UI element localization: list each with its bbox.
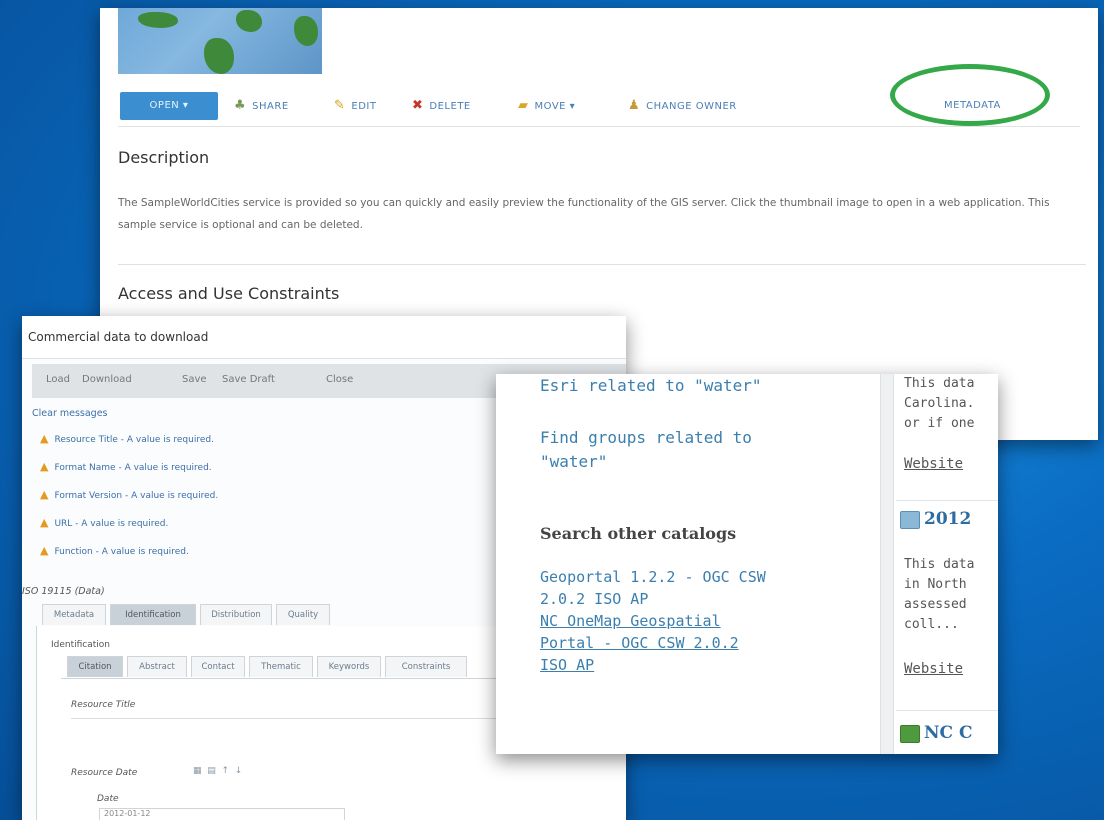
date-field[interactable]: 2012-01-12 [99, 808, 345, 820]
description-text: The SampleWorldCities service is provide… [118, 197, 1050, 231]
warning-icon: ▲ [40, 432, 49, 445]
panel-separator [880, 374, 894, 754]
result-title-text: 2012 [924, 509, 972, 529]
subtab-keywords[interactable]: Keywords [317, 656, 381, 677]
calendar-icon[interactable]: ▦ [193, 766, 202, 776]
share-label: SHARE [252, 101, 289, 112]
open-button[interactable]: OPEN ▾ [120, 92, 218, 120]
find-groups-line-2: "water" [540, 452, 608, 471]
down-arrow-icon[interactable]: ↓ [235, 766, 243, 776]
editor-title: Commercial data to download [22, 316, 626, 359]
catalog-line: Geoportal 1.2.2 - OGC CSW [540, 568, 766, 586]
section-divider [118, 264, 1086, 265]
close-button[interactable]: Close [326, 374, 353, 385]
subtab-citation[interactable]: Citation [67, 656, 123, 677]
save-draft-button[interactable]: Save Draft [222, 374, 275, 385]
warning-text: Resource Title - A value is required. [54, 435, 214, 445]
subtab-constraints[interactable]: Constraints [385, 656, 467, 677]
change-owner-button[interactable]: ♟ CHANGE OWNER [628, 92, 737, 120]
resource-date-label: Resource Date [71, 768, 138, 778]
warning-text: Function - A value is required. [54, 547, 189, 557]
catalog-link-geoportal[interactable]: Geoportal 1.2.2 - OGC CSW 2.0.2 ISO AP [540, 566, 766, 610]
warning-message[interactable]: ▲ Format Name - A value is required. [40, 460, 212, 473]
warning-icon: ▲ [40, 516, 49, 529]
identification-label: Identification [51, 640, 111, 650]
warning-text: Format Name - A value is required. [54, 463, 212, 473]
catalog-line: ISO AP [540, 656, 595, 674]
copy-icon[interactable]: ▤ [207, 766, 216, 776]
warning-icon: ▲ [40, 488, 49, 501]
result-title[interactable]: 2012 [900, 509, 971, 529]
catalog-line: NC OneMap Geospatial [540, 612, 721, 630]
map-thumbnail[interactable] [118, 8, 322, 74]
result-title-text: NC C [924, 723, 973, 743]
share-button[interactable]: ♣ SHARE [234, 92, 289, 120]
result-card[interactable]: NC C [896, 710, 998, 754]
search-results-window: Esri related to "water" Find groups rela… [496, 374, 998, 754]
catalog-link-nc-onemap[interactable]: NC OneMap Geospatial Portal - OGC CSW 2.… [540, 610, 739, 676]
find-groups-line-1: Find groups related to [540, 428, 752, 447]
subtab-abstract[interactable]: Abstract [127, 656, 187, 677]
tab-quality[interactable]: Quality [276, 604, 330, 625]
share-icon: ♣ [234, 98, 247, 113]
load-button[interactable]: Load [46, 374, 70, 385]
result-snippet: This data in North assessed coll... [904, 557, 975, 632]
search-sidebar: Esri related to "water" Find groups rela… [496, 374, 880, 754]
result-snippet: This data Carolina. or if one [904, 376, 975, 431]
delete-label: DELETE [429, 101, 471, 112]
warning-message[interactable]: ▲ Function - A value is required. [40, 544, 189, 557]
up-arrow-icon[interactable]: ↑ [222, 766, 230, 776]
subtab-contact[interactable]: Contact [191, 656, 245, 677]
result-card[interactable]: This data Carolina. or if one Website [896, 374, 998, 486]
date-label: Date [97, 794, 119, 804]
download-button[interactable]: Download [82, 374, 132, 385]
pencil-icon: ✎ [334, 98, 346, 113]
result-title[interactable]: NC C [900, 723, 973, 743]
result-card[interactable]: 2012 This data in North assessed coll...… [896, 500, 998, 697]
folder-icon: ▰ [518, 98, 529, 113]
metadata-standard-label: ISO 19115 (Data) [22, 586, 105, 597]
move-button[interactable]: ▰ MOVE ▾ [518, 92, 575, 120]
tab-distribution[interactable]: Distribution [200, 604, 272, 625]
catalog-line: Portal - OGC CSW 2.0.2 [540, 634, 739, 652]
map-thumbnail-icon [900, 510, 920, 529]
move-label: MOVE ▾ [534, 101, 576, 112]
warning-icon: ▲ [40, 544, 49, 557]
tab-identification[interactable]: Identification [110, 604, 196, 625]
tree-icon [900, 724, 920, 743]
description-heading: Description [118, 148, 210, 167]
warning-icon: ▲ [40, 460, 49, 473]
other-catalogs-heading: Search other catalogs [540, 524, 737, 543]
clear-messages-link[interactable]: Clear messages [32, 408, 108, 419]
delete-x-icon: ✖ [412, 98, 424, 113]
delete-button[interactable]: ✖ DELETE [412, 92, 471, 120]
warning-message[interactable]: ▲ Format Version - A value is required. [40, 488, 218, 501]
warning-message[interactable]: ▲ URL - A value is required. [40, 516, 168, 529]
warning-text: URL - A value is required. [54, 519, 169, 529]
resource-title-label: Resource Title [71, 700, 136, 710]
metadata-highlight-ring [890, 64, 1050, 126]
subtab-thematic[interactable]: Thematic [249, 656, 313, 677]
tab-metadata[interactable]: Metadata [42, 604, 106, 625]
edit-label: EDIT [351, 101, 377, 112]
save-button[interactable]: Save [182, 374, 207, 385]
edit-button[interactable]: ✎ EDIT [334, 92, 376, 120]
change-owner-label: CHANGE OWNER [646, 101, 737, 112]
website-link[interactable]: Website [904, 456, 963, 472]
find-groups-link[interactable]: Find groups related to "water" [540, 426, 752, 474]
catalog-line: 2.0.2 ISO AP [540, 590, 649, 608]
resource-date-controls[interactable]: ▦ ▤ ↑ ↓ [193, 766, 242, 776]
warning-text: Format Version - A value is required. [54, 491, 219, 501]
warning-message[interactable]: ▲ Resource Title - A value is required. [40, 432, 214, 445]
user-icon: ♟ [628, 98, 641, 113]
esri-related-link[interactable]: Esri related to "water" [540, 374, 762, 398]
website-link[interactable]: Website [904, 661, 963, 677]
access-constraints-heading: Access and Use Constraints [118, 284, 340, 303]
